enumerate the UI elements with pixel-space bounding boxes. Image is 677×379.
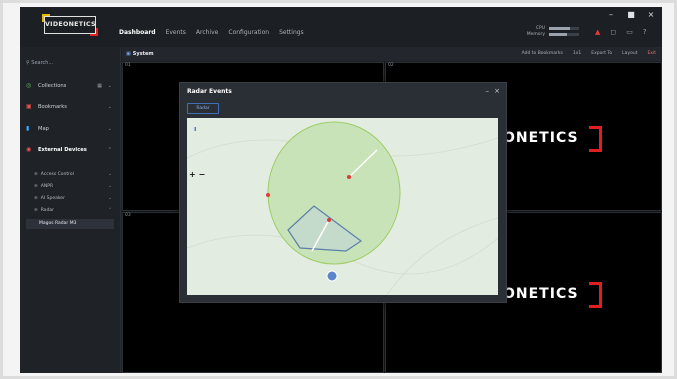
system-label[interactable]: ▣ System [126, 51, 154, 57]
chevron-up-icon: ⌃ [108, 208, 112, 213]
cpu-meter-label: CPU [535, 25, 545, 31]
brand-bracket [589, 282, 602, 308]
resource-meters: CPU Memory [525, 25, 579, 37]
radar-icon: ⊕ [34, 208, 38, 213]
radar-target[interactable] [327, 218, 331, 222]
tab-configuration[interactable]: Configuration [228, 29, 269, 36]
dialog-title: Radar Events [187, 88, 232, 95]
sidebar: ⚲ Search... ◎ Collections ▦ ⌄ ▣ Bookmark… [20, 47, 121, 373]
minimize-icon[interactable]: – [486, 87, 490, 95]
radar-sensor-icon[interactable] [326, 270, 338, 282]
search-input[interactable]: ⚲ Search... [26, 57, 112, 69]
tab-events[interactable]: Events [166, 29, 186, 36]
exit-button[interactable]: Exit [647, 51, 656, 56]
device-icon: ⊕ [34, 184, 38, 189]
chevron-down-icon: ⌄ [107, 104, 112, 110]
sidebar-sub-label: Access Control [40, 172, 74, 177]
layout-button[interactable]: Layout [622, 51, 637, 56]
sidebar-sub-access-control[interactable]: ⊕ Access Control ⌄ [34, 172, 114, 177]
tab-dashboard[interactable]: Dashboard [119, 29, 156, 36]
info-icon[interactable]: ı [194, 125, 196, 133]
sidebar-sub-label: Radar [40, 208, 55, 213]
radar-map[interactable]: ı + − [187, 118, 498, 295]
maximize-icon[interactable]: ■ [626, 10, 636, 19]
add-bookmark-button[interactable]: Add to Bookmarks [522, 51, 563, 56]
device-icon: ⊕ [34, 172, 38, 177]
chevron-down-icon: ⌄ [108, 184, 112, 189]
app-logo: VIDEONETICS [42, 14, 98, 36]
radar-target[interactable] [347, 175, 351, 179]
sidebar-item-label: Bookmarks [38, 104, 67, 110]
cell-label: 03 [125, 213, 131, 218]
search-placeholder: Search... [31, 60, 54, 66]
cpu-meter-fill [549, 26, 570, 30]
memory-meter-label: Memory [526, 31, 545, 37]
sidebar-sub-anpr[interactable]: ⊕ ANPR ⌄ [34, 184, 114, 189]
sidebar-item-collections[interactable]: ◎ Collections ▦ ⌄ [26, 80, 114, 92]
sidebar-item-label: Collections [38, 83, 67, 89]
system-icon: ▣ [126, 51, 131, 57]
chevron-down-icon: ⌄ [108, 196, 112, 201]
chevron-down-icon: ⌄ [107, 126, 112, 132]
sidebar-sub-label: ANPR [40, 184, 54, 189]
close-icon[interactable]: × [646, 10, 656, 19]
sidebar-sub-ai-speaker[interactable]: ⊕ AI Speaker ⌄ [34, 196, 114, 201]
memory-meter: Memory [525, 31, 579, 37]
terrain-contour [386, 217, 498, 295]
radar-filter-button[interactable]: Radar [187, 103, 219, 114]
brand-watermark: ONETICS [503, 286, 579, 302]
toolbar-actions: Add to Bookmarks 1x1 Export To Layout Ex… [522, 51, 656, 56]
sidebar-item-label: External Devices [38, 147, 87, 153]
memory-meter-fill [549, 32, 567, 36]
tab-archive[interactable]: Archive [196, 29, 218, 36]
radar-events-dialog: Radar Events – × Radar ı + − [179, 82, 507, 303]
sidebar-item-external-devices[interactable]: ◉ External Devices ⌃ [26, 144, 114, 156]
cell-label: 01 [125, 63, 131, 68]
window-controls: – ■ × [606, 10, 656, 19]
cell-label: 02 [388, 63, 394, 68]
device-icon: ⊕ [34, 196, 38, 201]
minimize-icon[interactable]: – [606, 10, 616, 19]
devices-icon: ◉ [26, 146, 32, 153]
chevron-down-icon: ⌄ [108, 172, 112, 177]
main-toolbar: ▣ System Add to Bookmarks 1x1 Export To L… [122, 47, 662, 61]
radar-map-canvas [187, 121, 498, 295]
close-icon[interactable]: × [494, 87, 500, 95]
brand-bracket [589, 126, 602, 152]
bookmark-icon: ▣ [26, 103, 32, 110]
user-icon[interactable]: ◻ [610, 28, 616, 36]
sidebar-sub-label: AI Speaker [40, 196, 65, 201]
export-button[interactable]: Export To [591, 51, 612, 56]
layout-1x1-button[interactable]: 1x1 [573, 51, 581, 56]
main-tabs: Dashboard Events Archive Configuration S… [119, 29, 304, 36]
grid-icon[interactable]: ▦ [97, 80, 102, 92]
help-icon[interactable]: ? [643, 28, 647, 36]
map-icon: ▮ [26, 125, 30, 132]
sidebar-item-bookmarks[interactable]: ▣ Bookmarks ⌄ [26, 101, 114, 113]
tab-settings[interactable]: Settings [279, 29, 304, 36]
collections-icon: ◎ [26, 82, 32, 89]
alert-icon[interactable]: ▲ [595, 28, 600, 36]
zoom-controls[interactable]: + − [189, 170, 205, 179]
chevron-up-icon: ⌃ [107, 147, 112, 153]
sidebar-item-label: Map [38, 126, 49, 132]
radar-target[interactable] [266, 193, 270, 197]
sidebar-item-map[interactable]: ▮ Map ⌄ [26, 123, 114, 135]
app-window: – ■ × VIDEONETICS Dashboard Events Archi… [20, 7, 662, 373]
top-icons: ▲ ◻ ▭ ? [595, 28, 647, 36]
brand-watermark: ONETICS [503, 130, 579, 146]
sidebar-item-magos-radar[interactable]: Magos Radar M3 [26, 219, 114, 229]
system-text: System [132, 51, 154, 57]
sidebar-sub-radar[interactable]: ⊕ Radar ⌃ [34, 208, 114, 213]
screen-icon[interactable]: ▭ [626, 28, 633, 36]
chevron-down-icon: ⌄ [107, 83, 112, 89]
